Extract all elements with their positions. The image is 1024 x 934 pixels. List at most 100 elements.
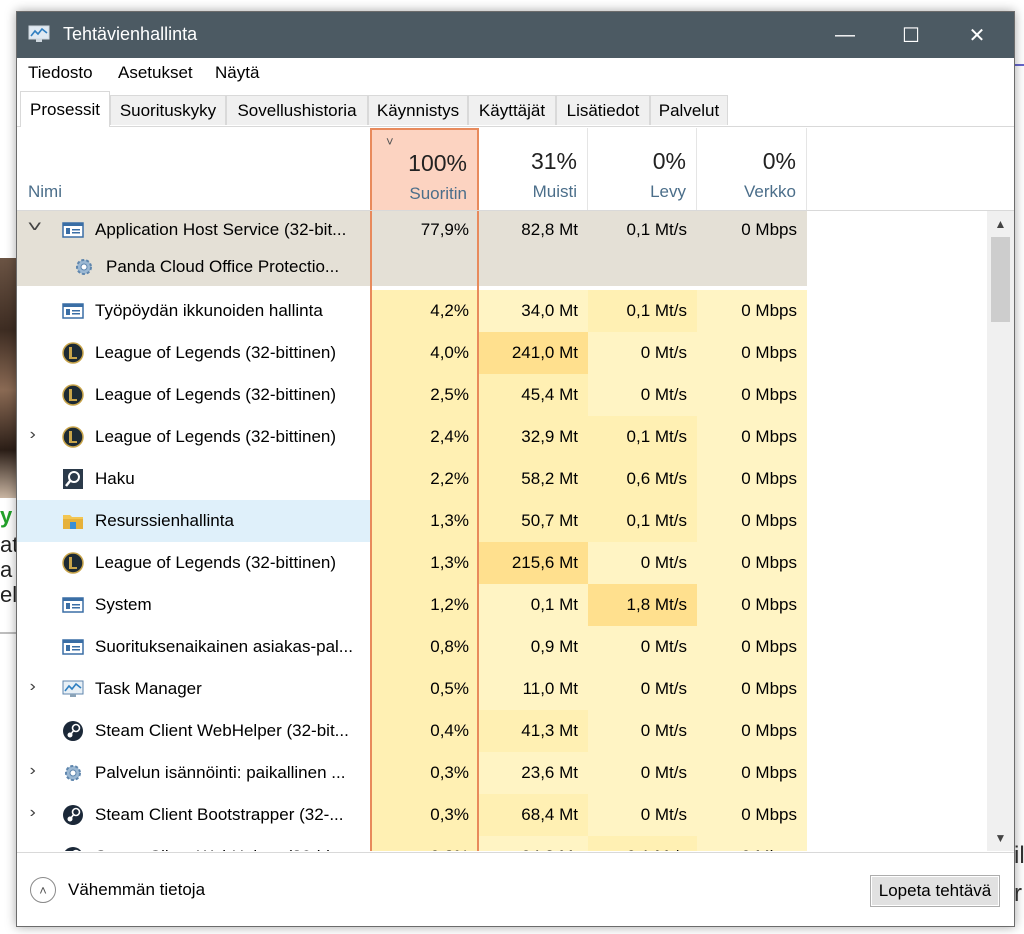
process-row[interactable]: League of Legends (32-bittinen) 1,3% 215,6… — [17, 542, 987, 584]
expand-chevron-icon[interactable]: › — [29, 426, 35, 444]
process-name-cell: System — [17, 584, 370, 626]
network-total: 0% — [762, 148, 796, 174]
column-header-cpu[interactable]: ˅ 100% Suoritin — [370, 128, 479, 210]
network-value: 0 Mbps — [697, 836, 807, 851]
scroll-thumb[interactable] — [991, 237, 1010, 322]
cpu-label: Suoritin — [409, 184, 467, 203]
process-name: Haku — [95, 469, 135, 488]
process-name: System — [95, 595, 152, 614]
memory-value — [479, 248, 588, 286]
folder-icon — [62, 510, 84, 532]
memory-value: 45,4 Mt — [479, 374, 588, 416]
window-icon — [62, 300, 84, 322]
disk-value — [588, 248, 697, 286]
process-name-cell: Resurssienhallinta — [17, 500, 370, 542]
vertical-scrollbar[interactable]: ▲ ▼ — [987, 211, 1014, 851]
menu-view[interactable]: Näytä — [215, 63, 259, 83]
disk-value: 0,1 Mt/s — [588, 416, 697, 458]
expand-chevron-icon[interactable]: › — [29, 804, 35, 822]
lol-icon — [62, 342, 84, 364]
memory-value: 58,2 Mt — [479, 458, 588, 500]
menu-file[interactable]: Tiedosto — [28, 63, 93, 83]
process-row[interactable]: Haku 2,2% 58,2 Mt 0,6 Mt/s 0 Mbps — [17, 458, 987, 500]
process-row[interactable]: Steam Client WebHelper (32-bit... 0,3%24,… — [17, 836, 987, 851]
background-text: el — [0, 582, 18, 607]
process-row[interactable]: › Palvelun isännöinti: paikallinen ... 0,3… — [17, 752, 987, 794]
minimize-button[interactable]: — — [812, 12, 878, 58]
process-row[interactable]: Resurssienhallinta 1,3% 50,7 Mt 0,1 Mt/s 0 M… — [17, 500, 987, 542]
process-row[interactable]: Panda Cloud Office Protectio... — [17, 248, 987, 286]
memory-label: Muisti — [532, 182, 577, 201]
disk-value: 0 Mt/s — [588, 794, 697, 836]
cpu-value: 0,4% — [370, 710, 479, 752]
process-row[interactable]: › Steam Client Bootstrapper (32-... 0,3% 68… — [17, 794, 987, 836]
expand-chevron-icon[interactable]: › — [29, 762, 35, 780]
process-name: League of Legends (32-bittinen) — [95, 343, 337, 362]
title-bar[interactable]: Tehtävienhallinta — ☐ ✕ — [17, 12, 1014, 58]
tab-app-history[interactable]: Sovellushistoria — [226, 95, 368, 125]
scroll-down-arrow-icon[interactable]: ▼ — [987, 825, 1014, 851]
scroll-up-arrow-icon[interactable]: ▲ — [987, 211, 1014, 237]
process-row[interactable]: › Task Manager 0,5% 11,0 Mt 0 Mt/s 0 Mbps — [17, 668, 987, 710]
memory-value: 50,7 Mt — [479, 500, 588, 542]
process-row[interactable]: Steam Client WebHelper (32-bit... 0,4% 41,… — [17, 710, 987, 752]
cpu-value: 0,3% — [370, 752, 479, 794]
memory-value: 0,1 Mt — [479, 584, 588, 626]
memory-value: 215,6 Mt — [479, 542, 588, 584]
process-name-cell: Panda Cloud Office Protectio... — [17, 248, 370, 286]
process-row[interactable]: League of Legends (32-bittinen) 4,0% 241,0… — [17, 332, 987, 374]
process-name: League of Legends (32-bittinen) — [95, 385, 337, 404]
taskmgr-icon — [62, 678, 84, 700]
network-value: 0 Mbps — [697, 752, 807, 794]
close-button[interactable]: ✕ — [944, 12, 1010, 58]
tab-performance[interactable]: Suorituskyky — [110, 95, 226, 125]
tab-details[interactable]: Lisätiedot — [556, 95, 650, 125]
cpu-value: 4,0% — [370, 332, 479, 374]
cpu-value: 0,5% — [370, 668, 479, 710]
process-name-cell: Suorituksenaikainen asiakas-pal... — [17, 626, 370, 668]
end-task-button[interactable]: Lopeta tehtävä — [870, 875, 1000, 907]
network-value: 0 Mbps — [697, 374, 807, 416]
column-header-name[interactable]: Nimi — [28, 182, 62, 202]
memory-value: 0,9 Mt — [479, 626, 588, 668]
process-name-cell: Steam Client WebHelper (32-bit... — [17, 710, 370, 752]
column-header-memory[interactable]: 31% Muisti — [479, 128, 588, 210]
cpu-value: 2,4% — [370, 416, 479, 458]
window-icon — [62, 219, 84, 241]
tab-services[interactable]: Palvelut — [650, 95, 728, 125]
expand-chevron-icon[interactable]: › — [29, 678, 35, 696]
process-row[interactable]: League of Legends (32-bittinen) 2,5% 45,4 … — [17, 374, 987, 416]
disk-value: 0,1 Mt/s — [588, 211, 697, 248]
network-value: 0 Mbps — [697, 794, 807, 836]
fewer-details-label: Vähemmän tietoja — [68, 880, 206, 899]
process-name-cell: League of Legends (32-bittinen) — [17, 542, 370, 584]
process-name: Steam Client WebHelper (32-bit... — [95, 721, 349, 740]
memory-value: 68,4 Mt — [479, 794, 588, 836]
menu-options[interactable]: Asetukset — [118, 63, 193, 83]
network-value: 0 Mbps — [697, 290, 807, 332]
background-text: a — [0, 557, 13, 582]
tab-bar: Prosessit Suorituskyky Sovellushistoria … — [17, 91, 1014, 127]
tab-users[interactable]: Käyttäjät — [468, 95, 556, 125]
network-value: 0 Mbps — [697, 332, 807, 374]
process-row[interactable]: Työpöydän ikkunoiden hallinta 4,2% 34,0 Mt… — [17, 290, 987, 332]
process-row[interactable]: Suorituksenaikainen asiakas-pal... 0,8% 0,… — [17, 626, 987, 668]
process-name: Application Host Service (32-bit... — [95, 219, 347, 239]
disk-value: 0 Mt/s — [588, 752, 697, 794]
collapse-up-icon: ˄ — [30, 877, 56, 903]
process-row[interactable]: › League of Legends (32-bittinen) 2,4% 32,9… — [17, 416, 987, 458]
column-header-disk[interactable]: 0% Levy — [588, 128, 697, 210]
process-row[interactable]: ˅ Application Host Service (32-bit... 77,9… — [17, 211, 987, 248]
gear-icon — [62, 762, 84, 784]
process-name: Task Manager — [95, 679, 202, 698]
tab-processes[interactable]: Prosessit — [20, 91, 110, 127]
process-list: ˅ Application Host Service (32-bit... 77,9… — [17, 211, 987, 851]
fewer-details-link[interactable]: ˄ Vähemmän tietoja — [30, 877, 205, 903]
memory-value: 82,8 Mt — [479, 211, 588, 248]
tab-startup[interactable]: Käynnistys — [368, 95, 468, 125]
maximize-button[interactable]: ☐ — [878, 12, 944, 58]
collapse-chevron-icon[interactable]: ˅ — [27, 219, 42, 237]
column-header-network[interactable]: 0% Verkko — [697, 128, 807, 210]
process-row[interactable]: System 1,2% 0,1 Mt 1,8 Mt/s 0 Mbps — [17, 584, 987, 626]
process-name-cell: › League of Legends (32-bittinen) — [17, 416, 370, 458]
